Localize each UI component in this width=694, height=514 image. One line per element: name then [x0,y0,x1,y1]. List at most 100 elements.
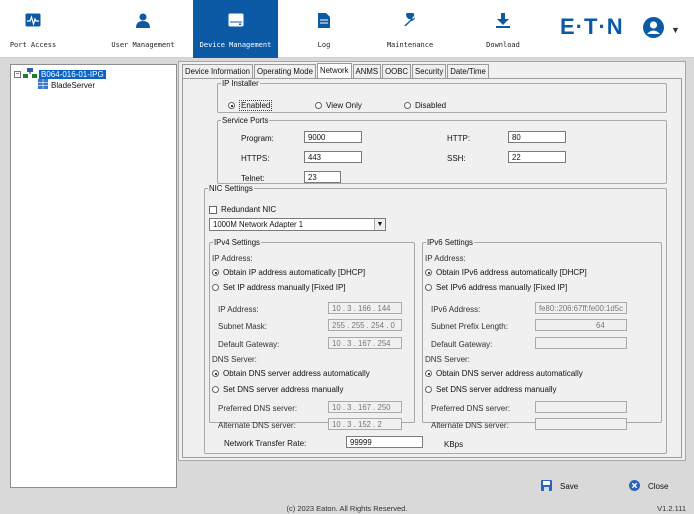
tab-operating-mode[interactable]: Operating Mode [254,64,316,79]
server-icon [38,79,48,91]
radio-label: View Only [326,101,362,110]
transfer-rate-input[interactable]: 99999 [346,436,423,448]
ipv4-fixed-radio[interactable]: Set IP address manually [Fixed IP] [212,283,346,292]
ssh-port-input[interactable]: 22 [508,151,566,163]
ipv4-ip-header: IP Address: [212,254,253,263]
nav-label: Download [486,41,520,49]
telnet-label: Telnet: [241,174,265,183]
radio-icon [404,102,411,110]
network-tab-panel: IP Installer Enabled View Only Disabled … [182,78,682,458]
ipv6-ip-input[interactable]: fe80::206:67ff:fe00:1d5c [535,302,627,314]
save-icon [541,480,552,493]
radio-label: Set IP address manually [Fixed IP] [223,283,346,292]
ipv4-dns-manual-radio[interactable]: Set DNS server address manually [212,385,344,394]
chevron-down-icon[interactable]: ▼ [374,219,385,230]
nav-device-management[interactable]: Device Management [193,0,278,58]
telnet-port-input[interactable]: 23 [304,171,341,183]
tab-security[interactable]: Security [412,64,447,79]
transfer-rate-label: Network Transfer Rate: [224,439,307,448]
tab-oobc[interactable]: OOBC [382,64,412,79]
ipv6-dns-auto-radio[interactable]: Obtain DNS server address automatically [425,369,583,378]
radio-icon [425,284,432,292]
program-port-input[interactable]: 9000 [304,131,362,143]
ipv6-pref-dns-input[interactable] [535,401,627,413]
ipv4-alt-dns-input[interactable]: 10 . 3 . 152 . 2 [328,418,402,430]
radio-label: Set DNS server address manually [436,385,557,394]
save-button[interactable]: Save [541,480,578,493]
collapse-icon[interactable]: − [14,70,21,78]
https-port-input[interactable]: 443 [304,151,362,163]
nav-label: Port Access [9,41,57,49]
ipv4-mask-input[interactable]: 255 . 255 . 254 . 0 [328,319,402,331]
ipv4-legend: IPv4 Settings [214,238,260,247]
nav-download[interactable]: Download [470,0,536,58]
tree-child[interactable]: BladeServer [38,79,95,91]
ipv4-settings-group: IPv4 Settings IP Address: Obtain IP addr… [209,238,415,430]
service-ports-group: Service Ports Program: 9000 HTTP: 80 HTT… [217,116,667,184]
account-icon[interactable] [643,17,664,38]
ipv6-dns-manual-radio[interactable]: Set DNS server address manually [425,385,557,394]
nav-label: Log [317,41,331,49]
ipv6-settings-group: IPv6 Settings IP Address: Obtain IPv6 ad… [422,238,662,430]
copyright-text: (c) 2023 Eaton. All Rights Reserved. [286,504,408,513]
nav-label: Maintenance [386,41,434,49]
log-icon [318,13,330,30]
radio-selected-icon [228,102,235,110]
ipv6-prefix-label: Subnet Prefix Length: [431,322,508,331]
nic-settings-legend: NIC Settings [209,184,253,193]
radio-icon [212,284,219,292]
checkbox-label: Redundant NIC [221,205,277,214]
redundant-nic-checkbox[interactable]: Redundant NIC [209,205,276,214]
radio-label: Obtain IP address automatically [DHCP] [223,268,366,277]
ipv4-mask-label: Subnet Mask: [218,322,267,331]
program-label: Program: [241,134,274,143]
ipv6-fixed-radio[interactable]: Set IPv6 address manually [Fixed IP] [425,283,567,292]
network-icon [23,68,37,80]
nav-user-management[interactable]: User Management [101,0,185,58]
radio-icon [315,102,322,110]
tab-anms[interactable]: ANMS [352,64,382,79]
device-icon [228,13,244,29]
radio-selected-icon [212,370,219,378]
transfer-rate-unit: KBps [444,440,464,449]
ipv6-prefix-input[interactable]: 64 [535,319,627,331]
ipv4-pref-dns-input[interactable]: 10 . 3 . 167 . 250 [328,401,402,413]
tree-child-label: BladeServer [51,80,96,90]
tab-network[interactable]: Network [316,63,352,79]
footer: (c) 2023 Eaton. All Rights Reserved. V1.… [0,500,694,514]
settings-pane: Device Information Operating Mode Networ… [178,61,686,461]
ipv6-dhcp-radio[interactable]: Obtain IPv6 address automatically [DHCP] [425,268,587,277]
ipv4-dhcp-radio[interactable]: Obtain IP address automatically [DHCP] [212,268,365,277]
ip-installer-disabled-radio[interactable]: Disabled [404,101,446,110]
ipv4-gateway-input[interactable]: 10 . 3 . 167 . 254 [328,337,402,349]
nav-log[interactable]: Log [300,0,348,58]
ipv6-ip-header: IP Address: [425,254,466,263]
ipv4-dns-auto-radio[interactable]: Obtain DNS server address automatically [212,369,370,378]
ssh-label: SSH: [447,154,466,163]
ip-installer-group: IP Installer Enabled View Only Disabled [217,79,667,113]
radio-icon [425,386,432,394]
http-port-input[interactable]: 80 [508,131,566,143]
radio-label: Obtain DNS server address automatically [223,369,370,378]
tab-bar: Device Information Operating Mode Networ… [182,63,490,79]
http-label: HTTP: [447,134,471,143]
nic-settings-group: NIC Settings Redundant NIC 1000M Network… [204,184,667,454]
ipv6-alt-dns-input[interactable] [535,418,627,430]
ipv6-gateway-label: Default Gateway: [431,340,493,349]
ipv4-ip-label: IP Address: [218,305,259,314]
tab-date-time[interactable]: Date/Time [447,64,489,79]
nav-label: User Management [111,41,175,49]
network-adapter-select[interactable]: 1000M Network Adapter 1 ▼ [209,218,386,231]
ipv6-gateway-input[interactable] [535,337,627,349]
ipv4-ip-input[interactable]: 10 . 3 . 166 . 144 [328,302,402,314]
nav-maintenance[interactable]: Maintenance [378,0,442,58]
close-button[interactable]: Close [629,480,668,493]
chevron-down-icon[interactable]: ▼ [671,25,680,35]
ip-installer-view-only-radio[interactable]: View Only [315,101,362,110]
radio-label: Enabled [239,100,273,111]
port-access-icon [25,13,41,29]
ipv4-pref-dns-label: Preferred DNS server: [218,404,298,413]
ip-installer-enabled-radio[interactable]: Enabled [228,100,273,111]
tab-device-information[interactable]: Device Information [182,64,254,79]
nav-port-access[interactable]: Port Access [0,0,66,58]
